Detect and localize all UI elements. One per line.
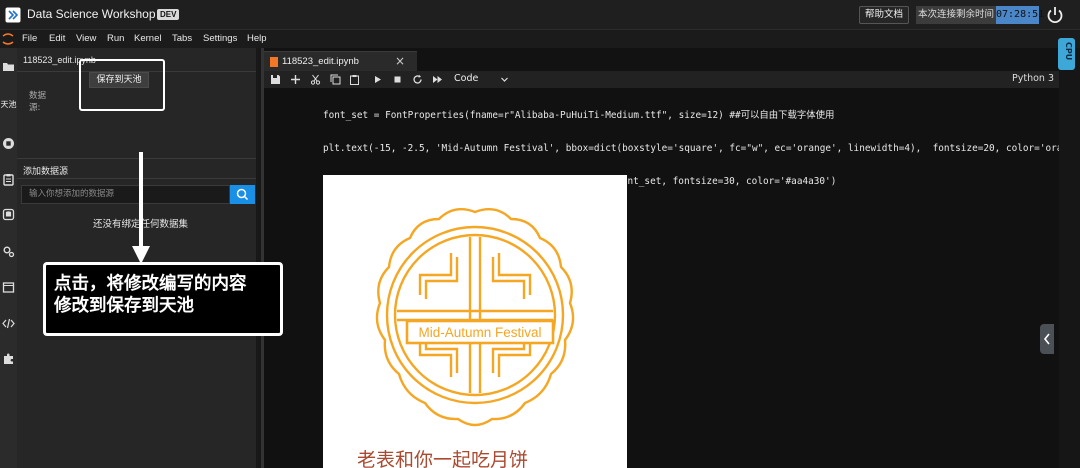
remaining-time-label: 本次连接剩余时间 bbox=[916, 6, 996, 24]
annotation-callout: 点击，将修改编写的内容 修改到保存到天池 bbox=[43, 262, 283, 336]
notebook-tab[interactable]: 118523_edit.ipynb × bbox=[264, 51, 417, 71]
datasource-label: 数据源: bbox=[29, 91, 47, 113]
mooncake-pattern bbox=[397, 237, 553, 393]
fast-forward-icon[interactable] bbox=[432, 74, 443, 85]
datasource-search-input[interactable]: 输入你想添加的数据源 bbox=[21, 185, 230, 204]
mooncake-scalloped-rim bbox=[375, 208, 575, 427]
extension-icon[interactable] bbox=[2, 352, 15, 365]
stop-icon[interactable] bbox=[392, 74, 403, 85]
stop-circle-icon[interactable] bbox=[2, 137, 15, 150]
menu-bar: File Edit View Run Kernel Tabs Settings … bbox=[0, 30, 1080, 48]
folder-icon[interactable] bbox=[2, 60, 15, 73]
clipboard-icon[interactable] bbox=[2, 173, 15, 186]
mooncake-inner-ring bbox=[393, 233, 557, 397]
code-line: font_set = FontProperties(fname=r"Alibab… bbox=[323, 110, 835, 121]
menu-settings[interactable]: Settings bbox=[203, 33, 237, 44]
right-sidebar bbox=[1059, 48, 1080, 468]
menu-help[interactable]: Help bbox=[247, 33, 267, 44]
close-icon[interactable]: × bbox=[395, 54, 405, 68]
save-to-tianchi-button[interactable]: 保存到天池 bbox=[89, 72, 149, 88]
chevron-left-icon bbox=[1043, 333, 1050, 345]
search-button[interactable] bbox=[230, 185, 255, 204]
add-datasource-title: 添加数据源 bbox=[23, 167, 69, 177]
add-cell-icon[interactable] bbox=[290, 74, 301, 85]
jupyter-logo-icon bbox=[2, 33, 14, 45]
database-icon[interactable] bbox=[2, 208, 15, 221]
tianchi-tab[interactable]: 天池 bbox=[0, 99, 17, 110]
plot-caption: 老表和你一起吃月饼 bbox=[357, 449, 528, 468]
menu-edit[interactable]: Edit bbox=[49, 33, 65, 44]
banner-text: Mid-Autumn Festival bbox=[418, 325, 541, 340]
collapse-panel-button[interactable] bbox=[1040, 324, 1054, 354]
activity-rail: 天池 bbox=[0, 48, 17, 468]
code-icon[interactable] bbox=[2, 317, 15, 330]
save-icon[interactable] bbox=[270, 74, 281, 85]
menu-run[interactable]: Run bbox=[107, 33, 124, 44]
kernel-name[interactable]: Python 3 bbox=[1012, 73, 1054, 84]
app-window: Data Science Workshop DEV 帮助文档 本次连接剩余时间 … bbox=[0, 0, 1080, 468]
paste-icon[interactable] bbox=[349, 74, 360, 85]
notebook-tab-label: 118523_edit.ipynb bbox=[282, 56, 359, 67]
plot-output: Mid-Autumn Festival 老表和你一起吃月饼 bbox=[323, 175, 627, 468]
menu-tabs[interactable]: Tabs bbox=[172, 33, 192, 44]
cell-type-select[interactable]: Code bbox=[454, 73, 478, 84]
mooncake-outer-ring bbox=[385, 225, 565, 405]
power-icon[interactable] bbox=[1045, 5, 1065, 25]
search-icon bbox=[236, 188, 249, 201]
window-icon[interactable] bbox=[2, 281, 15, 294]
annotation-line-1: 点击，将修改编写的内容 bbox=[54, 274, 247, 294]
notebook-file-icon bbox=[270, 57, 278, 67]
chevron-down-icon[interactable] bbox=[500, 75, 509, 84]
copy-icon[interactable] bbox=[330, 74, 341, 85]
cut-icon[interactable] bbox=[310, 74, 321, 85]
notebook-toolbar: Code Python 3 bbox=[264, 71, 1059, 88]
menu-file[interactable]: File bbox=[22, 33, 37, 44]
remaining-time-value: 07:28:51 bbox=[996, 6, 1044, 24]
mooncake-figure: Mid-Autumn Festival 老表和你一起吃月饼 bbox=[357, 208, 575, 468]
menu-view[interactable]: View bbox=[76, 33, 96, 44]
cpu-label: CPU bbox=[1064, 42, 1073, 61]
code-line: plt.text(-15, -2.5, 'Mid-Autumn Festival… bbox=[323, 143, 1059, 154]
menu-kernel[interactable]: Kernel bbox=[134, 33, 161, 44]
annotation-line-2: 修改到保存到天池 bbox=[54, 296, 194, 316]
dev-badge: DEV bbox=[157, 9, 180, 20]
annotation-arrow bbox=[132, 152, 150, 264]
run-icon[interactable] bbox=[372, 74, 383, 85]
top-bar: Data Science Workshop DEV 帮助文档 本次连接剩余时间 … bbox=[0, 0, 1080, 30]
app-logo-icon bbox=[5, 7, 21, 23]
help-docs-button[interactable]: 帮助文档 bbox=[859, 6, 909, 24]
puzzle-gear-icon[interactable] bbox=[2, 245, 15, 258]
restart-icon[interactable] bbox=[412, 74, 423, 85]
app-title: Data Science Workshop bbox=[27, 7, 156, 21]
